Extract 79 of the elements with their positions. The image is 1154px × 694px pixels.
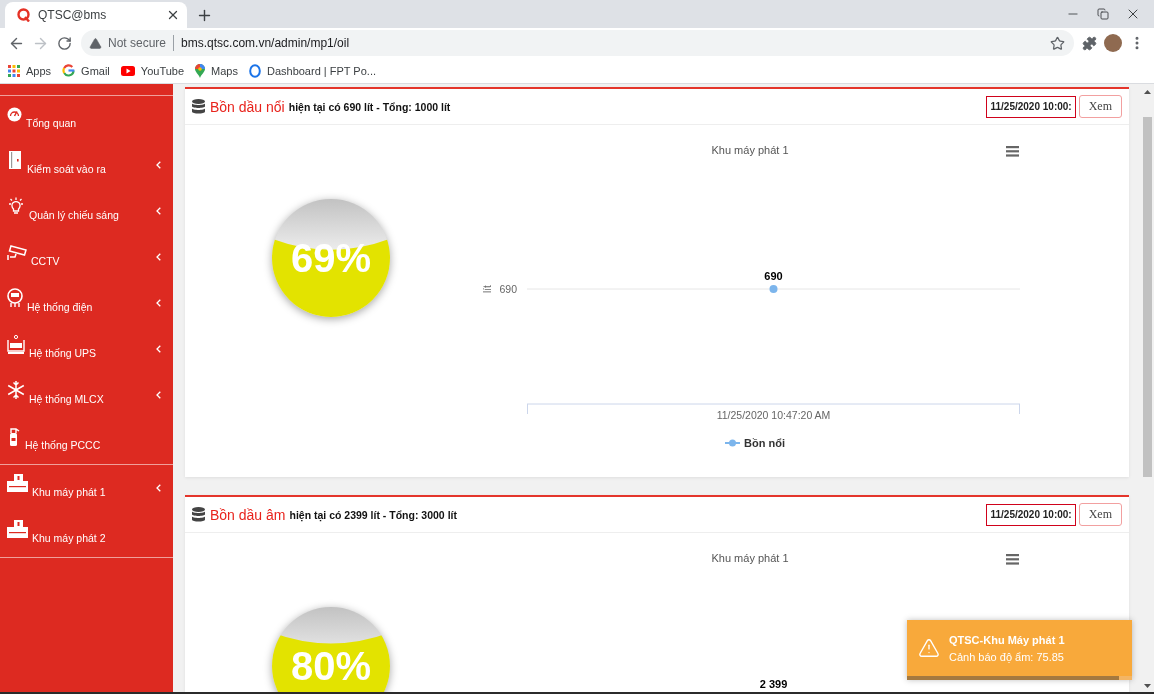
chart-title: Khu máy phát 1 xyxy=(711,144,789,156)
menu-icon[interactable] xyxy=(1006,554,1019,565)
bookmark-link[interactable]: Gmail xyxy=(62,64,110,77)
axis-title: lít xyxy=(481,285,493,293)
security-label[interactable]: Not secure xyxy=(108,36,167,50)
power-unit-icon xyxy=(7,334,25,354)
video-play-icon xyxy=(120,65,135,76)
reload-icon[interactable] xyxy=(56,35,72,51)
sidebar-item[interactable]: Tổng quan xyxy=(0,96,173,142)
scrollbar[interactable] xyxy=(1141,84,1154,692)
bookmark-link[interactable]: Dashboard | FPT Po... xyxy=(248,63,376,78)
browser-tab[interactable]: QTSC@bms xyxy=(5,2,187,28)
tank-summary: hiện tại có 2399 lít - Tổng: 3000 lít xyxy=(289,508,457,521)
address-bar[interactable]: Not secure bms.qtsc.com.vn/admin/mp1/oil xyxy=(81,30,1074,56)
generator-icon xyxy=(7,474,28,492)
chevron-left-icon xyxy=(156,161,161,169)
sidebar-item[interactable]: Hệ thống PCCC xyxy=(0,418,173,464)
star-icon[interactable] xyxy=(1050,35,1065,51)
view-button[interactable]: Xem xyxy=(1078,503,1122,526)
bookmark-link[interactable]: Apps xyxy=(8,64,52,77)
sidebar-item[interactable]: Hệ thống MLCX xyxy=(0,372,173,418)
sidebar-item[interactable]: CCTV xyxy=(0,234,173,280)
bookmark-link[interactable]: Maps xyxy=(195,63,238,78)
toast-title: QTSC-Khu Máy phát 1 xyxy=(949,633,1065,646)
bookmark-link[interactable]: YouTube xyxy=(120,64,185,77)
data-label: 690 xyxy=(764,270,783,282)
apps-grid-icon xyxy=(8,64,20,77)
chevron-left-icon xyxy=(156,207,161,215)
triangle-up-icon[interactable] xyxy=(1144,90,1151,94)
chevron-left-icon xyxy=(156,484,161,492)
gauge-percent: 80% xyxy=(290,644,372,688)
warning-icon xyxy=(89,36,102,50)
tank-title: Bồn dầu âm xyxy=(210,506,286,523)
date-field[interactable]: 11/25/2020 10:00: xyxy=(986,95,1076,118)
chevron-left-icon xyxy=(156,253,161,261)
avatar-icon[interactable] xyxy=(1104,34,1122,52)
restore-icon[interactable] xyxy=(1097,8,1109,20)
view-button[interactable]: Xem xyxy=(1078,95,1122,118)
chevron-left-icon xyxy=(156,299,161,307)
sidebar-item[interactable]: Khu máy phát 1 xyxy=(0,465,173,511)
sidebar-item[interactable]: Quản lý chiếu sáng xyxy=(0,188,173,234)
electric-meter-icon xyxy=(7,288,23,308)
database-icon xyxy=(192,99,205,114)
sidebar-item[interactable]: Hệ thống UPS xyxy=(0,326,173,372)
puzzle-icon[interactable] xyxy=(1081,35,1097,51)
gauge-percent: 69% xyxy=(290,236,372,280)
speedometer-icon xyxy=(7,106,22,122)
tick-label: 690 xyxy=(499,283,517,295)
tank-title: Bồn dầu nổi xyxy=(210,98,285,115)
toast-message: Cảnh báo độ ẩm: 75.85 xyxy=(949,650,1065,663)
chevron-left-icon xyxy=(156,391,161,399)
security-camera-icon xyxy=(7,243,27,261)
url-text[interactable]: bms.qtsc.com.vn/admin/mp1/oil xyxy=(181,36,350,50)
door-icon xyxy=(7,151,23,169)
legend-label[interactable]: Bồn nổi xyxy=(744,437,785,449)
tank-summary: hiện tại có 690 lít - Tổng: 1000 lít xyxy=(288,100,451,113)
favicon-icon xyxy=(17,8,30,22)
legend-marker-icon xyxy=(724,439,741,447)
triangle-down-icon[interactable] xyxy=(1144,684,1151,688)
map-pin-icon xyxy=(195,63,206,78)
sidebar-item[interactable]: Kiểm soát vào ra xyxy=(0,142,173,188)
date-field[interactable]: 11/25/2020 10:00: xyxy=(986,503,1076,526)
database-icon xyxy=(192,507,205,522)
scrollbar-thumb[interactable] xyxy=(1143,117,1152,477)
lightbulb-icon xyxy=(7,197,25,215)
sidebar-item[interactable]: Hệ thống điện xyxy=(0,280,173,326)
chevron-left-icon xyxy=(156,345,161,353)
axis-label: 11/25/2020 10:47:20 AM xyxy=(716,409,831,421)
data-label: 2 399 xyxy=(759,678,788,690)
generator-icon xyxy=(7,520,28,538)
snowflake-icon xyxy=(7,381,25,399)
fire-extinguisher-icon xyxy=(7,426,21,446)
sidebar-item[interactable]: Khu máy phát 2 xyxy=(0,511,173,557)
ring-logo-icon xyxy=(248,63,261,78)
menu-icon[interactable] xyxy=(1006,146,1019,157)
google-logo-icon xyxy=(62,64,76,77)
close-icon[interactable] xyxy=(166,8,180,22)
warning-icon xyxy=(918,637,940,659)
chart-title: Khu máy phát 1 xyxy=(711,552,789,564)
